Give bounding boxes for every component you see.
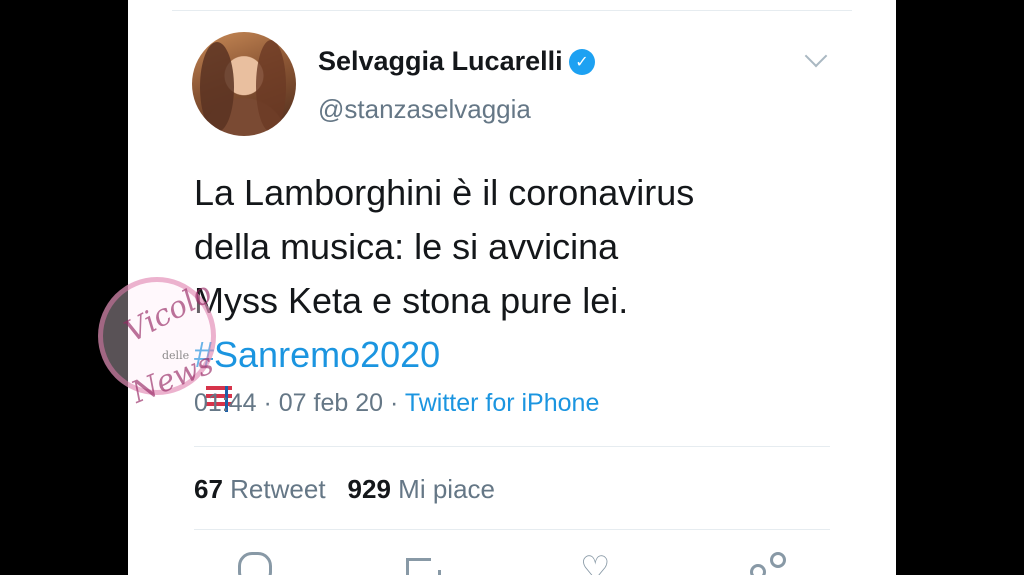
tweet-text: La Lamborghini è il coronavirus della mu… — [194, 166, 834, 416]
retweets-count: 67 — [194, 474, 223, 504]
tweet-card: Selvaggia Lucarelli ✓ @stanzaselvaggia L… — [128, 0, 896, 575]
source-link[interactable]: Twitter for iPhone — [405, 389, 600, 417]
verified-badge-icon: ✓ — [569, 49, 595, 75]
action-bar: ♡ — [128, 552, 896, 575]
author-name[interactable]: Selvaggia Lucarelli — [318, 46, 563, 77]
chevron-down-icon[interactable] — [804, 44, 828, 68]
tweet-time: 01:44 — [194, 389, 257, 417]
tweet-meta: 01:44 · 07 feb 20 · Twitter for iPhone — [194, 389, 600, 417]
retweets-label: Retweet — [230, 474, 326, 504]
top-divider — [172, 10, 852, 11]
hashtag-link[interactable]: #Sanremo2020 — [194, 334, 440, 375]
heart-icon[interactable]: ♡ — [580, 552, 614, 575]
share-icon[interactable] — [750, 552, 786, 575]
likes-stat[interactable]: 929 Mi piace — [348, 474, 495, 504]
divider — [194, 529, 830, 530]
likes-label: Mi piace — [398, 474, 495, 504]
reply-icon[interactable] — [238, 552, 272, 575]
tweet-stats: 67 Retweet 929 Mi piace — [194, 474, 495, 505]
tweet-text-line: La Lamborghini è il coronavirus — [194, 172, 695, 213]
divider — [194, 446, 830, 447]
tweet-text-line: Myss Keta e stona pure lei. — [194, 280, 629, 321]
avatar[interactable] — [192, 32, 296, 136]
author-handle[interactable]: @stanzaselvaggia — [318, 94, 531, 125]
retweets-stat[interactable]: 67 Retweet — [194, 474, 326, 504]
tweet-text-line: della musica: le si avvicina — [194, 226, 619, 267]
likes-count: 929 — [347, 474, 391, 504]
tweet-date[interactable]: 07 feb 20 — [279, 389, 383, 417]
retweet-icon[interactable] — [406, 552, 441, 575]
